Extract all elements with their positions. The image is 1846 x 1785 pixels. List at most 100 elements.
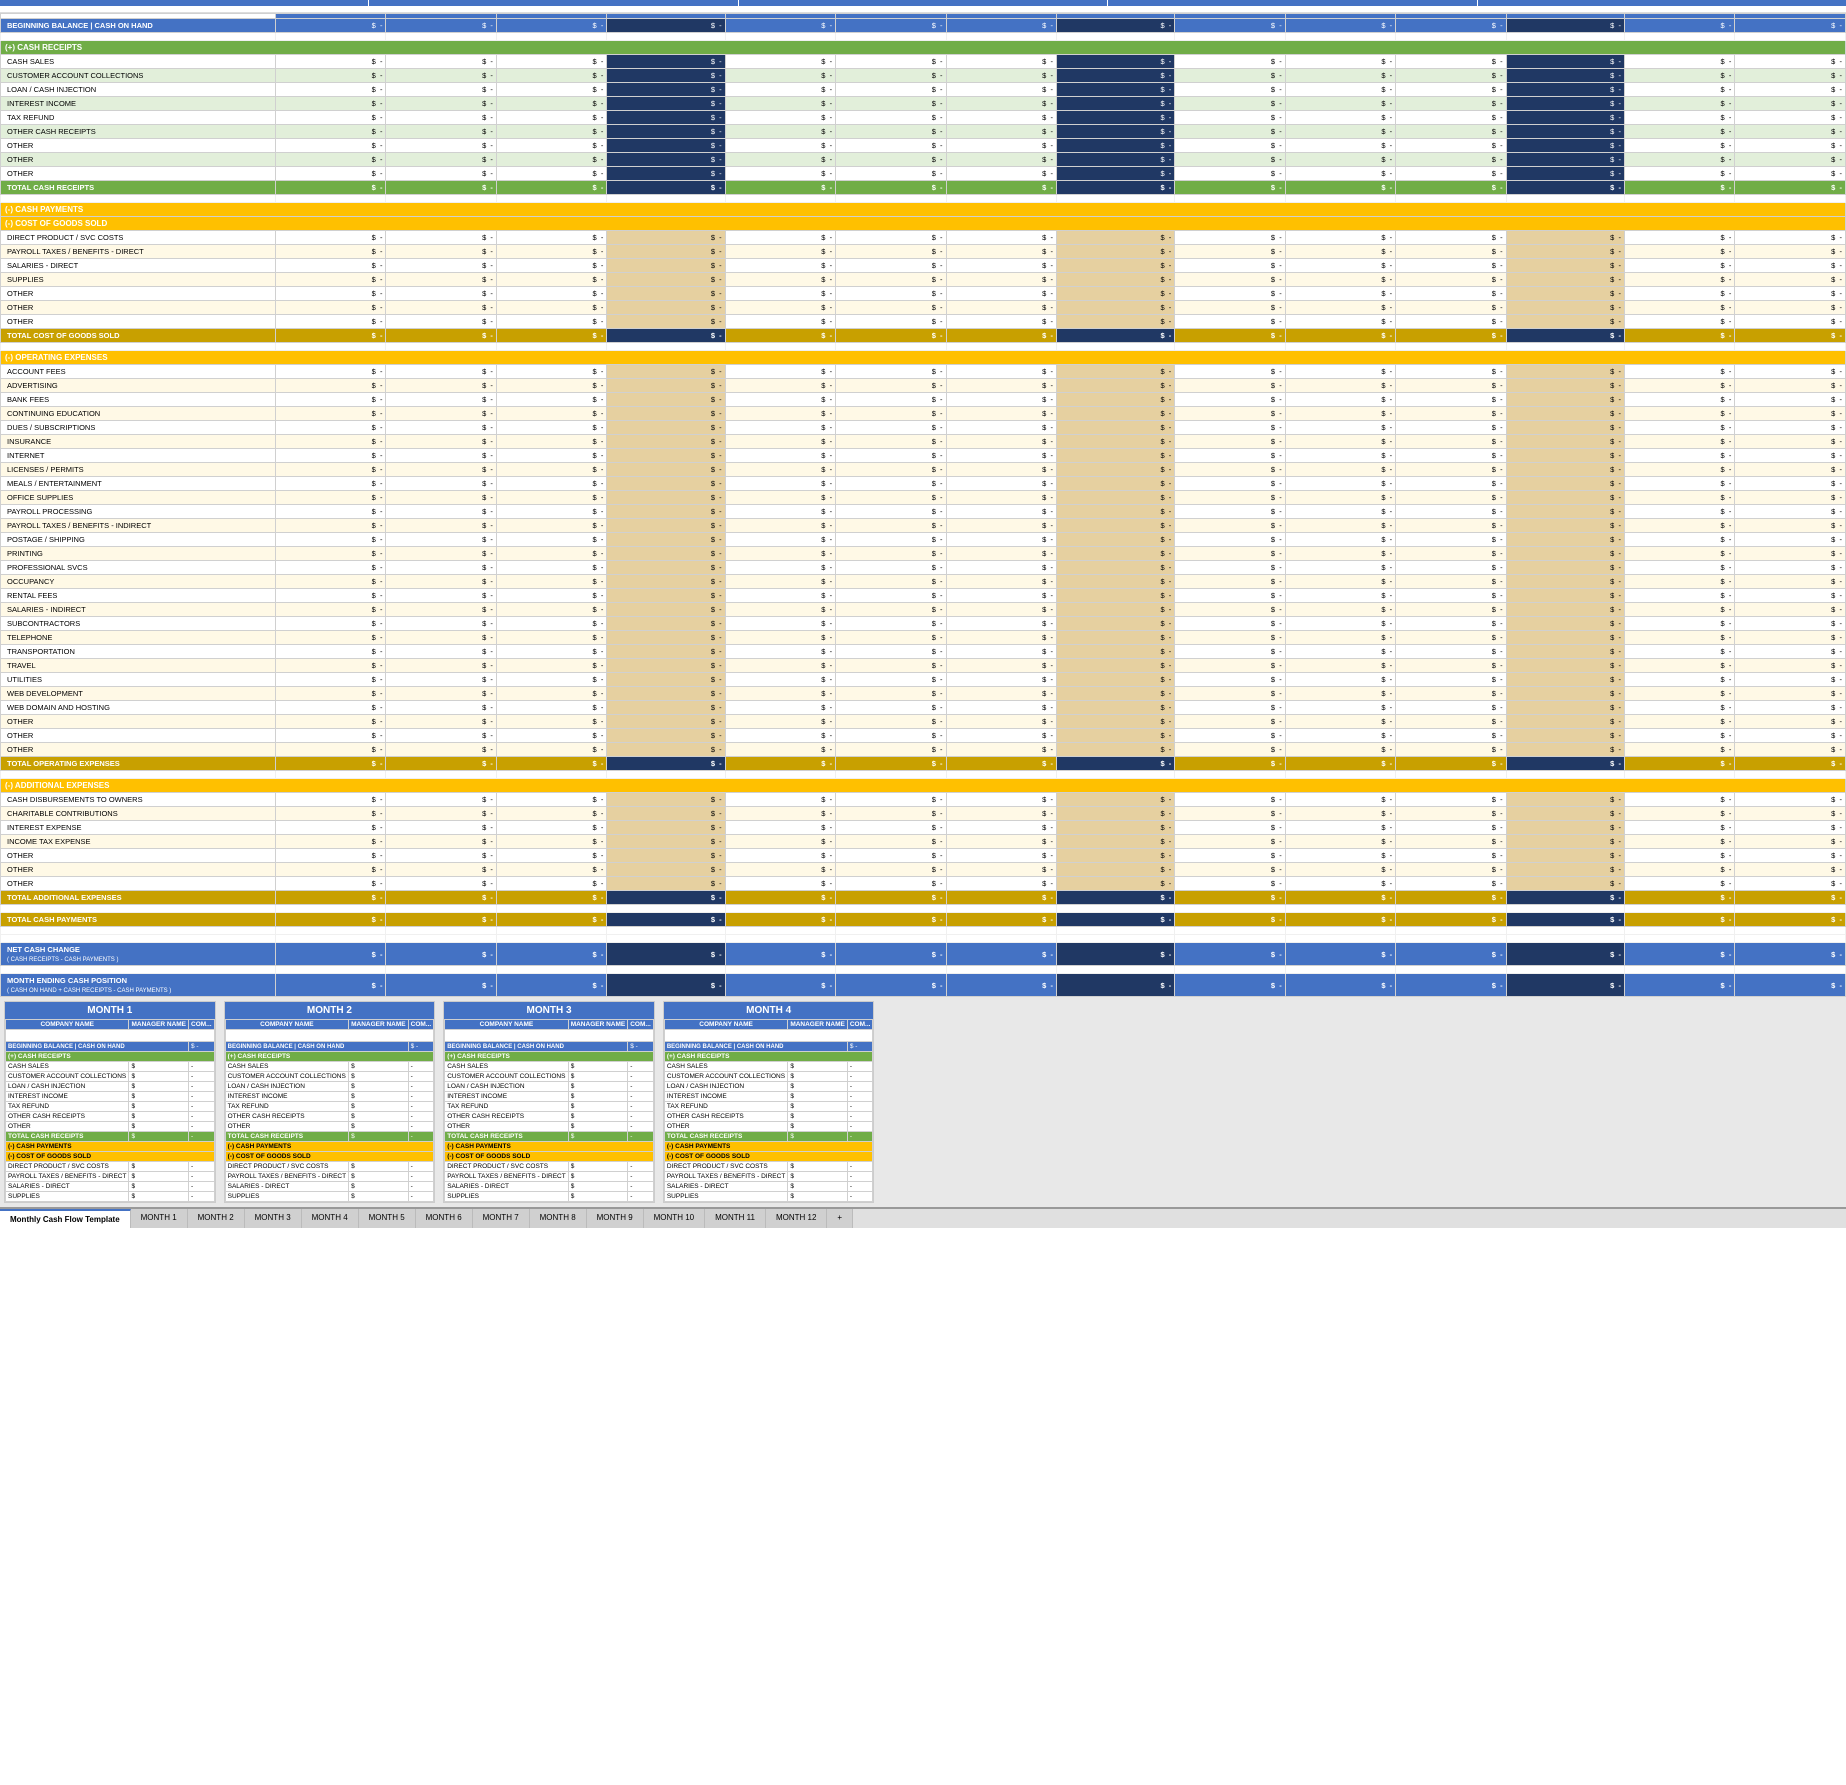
table-row: SUPPLIES$ -$ -$ -$ -$ -$ -$ -$ -$ -$ -$ … [1, 273, 1846, 287]
subsheet-saldir: SALARIES - DIRECT$- [445, 1182, 654, 1192]
subsheet-total-cr: TOTAL CASH RECEIPTS $ - [664, 1132, 873, 1142]
subsheet-total-cr: TOTAL CASH RECEIPTS $ - [445, 1132, 654, 1142]
table-row: SALARIES - DIRECT$ -$ -$ -$ -$ -$ -$ -$ … [1, 259, 1846, 273]
subsheet-ptaxdir: PAYROLL TAXES / BENEFITS - DIRECT$- [445, 1172, 654, 1182]
subsheet-supplies: SUPPLIES$- [6, 1192, 215, 1202]
table-row: LICENSES / PERMITS$ -$ -$ -$ -$ -$ -$ -$… [1, 463, 1846, 477]
table-row: WEB DOMAIN AND HOSTING$ -$ -$ -$ -$ -$ -… [1, 701, 1846, 715]
table-row: PAYROLL TAXES / BENEFITS - DIRECT$ -$ -$… [1, 245, 1846, 259]
tab-Monthly_Cash_Flow_Template[interactable]: Monthly Cash Flow Template [0, 1209, 131, 1228]
subsheet-other1: OTHER$- [664, 1122, 873, 1132]
tab-MONTH_10[interactable]: MONTH 10 [644, 1209, 705, 1228]
subsheet-title: MONTH 3 [444, 1002, 654, 1019]
subsheet-other1: OTHER$- [225, 1122, 434, 1132]
subsheet-cp-header: (-) CASH PAYMENTS [225, 1142, 434, 1152]
tab-add[interactable]: + [827, 1209, 853, 1228]
tab-MONTH_3[interactable]: MONTH 3 [245, 1209, 302, 1228]
subsheet-beginning: BEGINNING BALANCE | CASH ON HAND $ - [445, 1042, 654, 1052]
subsheet-interest: INTEREST INCOME$- [6, 1092, 215, 1102]
total-row: TOTAL COST OF GOODS SOLD$ -$ -$ -$ -$ -$… [1, 329, 1846, 343]
subsheet-cogs-header: (-) COST OF GOODS SOLD [6, 1152, 215, 1162]
blank-row [1, 935, 1846, 943]
subsheet-cr-header: (+) CASH RECEIPTS [445, 1052, 654, 1062]
subsheet-row [445, 1030, 654, 1042]
subsheet-other1: OTHER$- [445, 1122, 654, 1132]
section-header-row: (-) CASH PAYMENTS [1, 203, 1846, 217]
subsheet-row [664, 1030, 873, 1042]
table-row: CASH DISBURSEMENTS TO OWNERS$ -$ -$ -$ -… [1, 793, 1846, 807]
subsheet-taxrefund: TAX REFUND$- [664, 1102, 873, 1112]
subsheet-company: COMPANY NAME [225, 1020, 348, 1030]
subsheet-row [6, 1030, 215, 1042]
subsheet-taxrefund: TAX REFUND$- [225, 1102, 434, 1112]
blank-row [1, 771, 1846, 779]
subsheet: MONTH 3 COMPANY NAME MANAGER NAME COM...… [443, 1001, 655, 1203]
subsheet-ptaxdir: PAYROLL TAXES / BENEFITS - DIRECT$- [225, 1172, 434, 1182]
subsheet-table: COMPANY NAME MANAGER NAME COM... BEGINNI… [664, 1019, 874, 1202]
subsheet-cashsales: CASH SALES$- [445, 1062, 654, 1072]
manager-name-label [369, 0, 738, 6]
subsheet-supplies: SUPPLIES$- [664, 1192, 873, 1202]
table-row: OTHER$ -$ -$ -$ -$ -$ -$ -$ -$ -$ -$ -$ … [1, 863, 1846, 877]
subsheet-dprod: DIRECT PRODUCT / SVC COSTS$- [445, 1162, 654, 1172]
subsheet-completed: COM... [189, 1020, 215, 1030]
subsheet-title: MONTH 2 [225, 1002, 435, 1019]
table-row: CONTINUING EDUCATION$ -$ -$ -$ -$ -$ -$ … [1, 407, 1846, 421]
tab-MONTH_1[interactable]: MONTH 1 [131, 1209, 188, 1228]
net-cash-change-row: NET CASH CHANGE( CASH RECEIPTS - CASH PA… [1, 943, 1846, 966]
tab-MONTH_2[interactable]: MONTH 2 [188, 1209, 245, 1228]
tab-MONTH_11[interactable]: MONTH 11 [705, 1209, 766, 1228]
subsheet-interest: INTEREST INCOME$- [664, 1092, 873, 1102]
total-row: TOTAL CASH PAYMENTS$ -$ -$ -$ -$ -$ -$ -… [1, 913, 1846, 927]
subsheet-custcollect: CUSTOMER ACCOUNT COLLECTIONS$- [445, 1072, 654, 1082]
subsheet-cr-header: (+) CASH RECEIPTS [6, 1052, 215, 1062]
subsheet-loaninject: LOAN / CASH INJECTION$- [664, 1082, 873, 1092]
tab-MONTH_4[interactable]: MONTH 4 [302, 1209, 359, 1228]
subsheet-cashsales: CASH SALES$- [225, 1062, 434, 1072]
tab-MONTH_12[interactable]: MONTH 12 [766, 1209, 827, 1228]
table-row: PRINTING$ -$ -$ -$ -$ -$ -$ -$ -$ -$ -$ … [1, 547, 1846, 561]
table-row: ADVERTISING$ -$ -$ -$ -$ -$ -$ -$ -$ -$ … [1, 379, 1846, 393]
subsheet-loaninject: LOAN / CASH INJECTION$- [6, 1082, 215, 1092]
table-row: SUBCONTRACTORS$ -$ -$ -$ -$ -$ -$ -$ -$ … [1, 617, 1846, 631]
subsheet-completed: COM... [628, 1020, 654, 1030]
table-row: OTHER$ -$ -$ -$ -$ -$ -$ -$ -$ -$ -$ -$ … [1, 287, 1846, 301]
subsheet: MONTH 2 COMPANY NAME MANAGER NAME COM...… [224, 1001, 436, 1203]
subsheet-total-cr: TOTAL CASH RECEIPTS $ - [6, 1132, 215, 1142]
tab-MONTH_7[interactable]: MONTH 7 [473, 1209, 530, 1228]
subsheets-area: MONTH 1 COMPANY NAME MANAGER NAME COM...… [0, 997, 1846, 1207]
blank-row [1, 927, 1846, 935]
tab-MONTH_5[interactable]: MONTH 5 [359, 1209, 416, 1228]
subsheet-other1: OTHER$- [6, 1122, 215, 1132]
table-row: INTEREST INCOME$ -$ -$ -$ -$ -$ -$ -$ -$… [1, 97, 1846, 111]
blank-row [1, 33, 1846, 41]
table-row: MEALS / ENTERTAINMENT$ -$ -$ -$ -$ -$ -$… [1, 477, 1846, 491]
blank-row [1, 905, 1846, 913]
blank-row [1, 195, 1846, 203]
subsheet-info-row: COMPANY NAME MANAGER NAME COM... [445, 1020, 654, 1030]
table-row: TELEPHONE$ -$ -$ -$ -$ -$ -$ -$ -$ -$ -$… [1, 631, 1846, 645]
subsheet-cashsales: CASH SALES$- [6, 1062, 215, 1072]
table-row: LOAN / CASH INJECTION$ -$ -$ -$ -$ -$ -$… [1, 83, 1846, 97]
subsheet-saldir: SALARIES - DIRECT$- [664, 1182, 873, 1192]
subsheet-cogs-header: (-) COST OF GOODS SOLD [664, 1152, 873, 1162]
subsheet-company: COMPANY NAME [445, 1020, 568, 1030]
table-row: INTEREST EXPENSE$ -$ -$ -$ -$ -$ -$ -$ -… [1, 821, 1846, 835]
subsheet-loaninject: LOAN / CASH INJECTION$- [225, 1082, 434, 1092]
tab-MONTH_6[interactable]: MONTH 6 [416, 1209, 473, 1228]
subsheet: MONTH 4 COMPANY NAME MANAGER NAME COM...… [663, 1001, 875, 1203]
subsheet-interest: INTEREST INCOME$- [445, 1092, 654, 1102]
tab-MONTH_8[interactable]: MONTH 8 [530, 1209, 587, 1228]
table-row: RENTAL FEES$ -$ -$ -$ -$ -$ -$ -$ -$ -$ … [1, 589, 1846, 603]
section-header-row: (-) OPERATING EXPENSES [1, 351, 1846, 365]
subsheet-dprod: DIRECT PRODUCT / SVC COSTS$- [664, 1162, 873, 1172]
table-row: CUSTOMER ACCOUNT COLLECTIONS$ -$ -$ -$ -… [1, 69, 1846, 83]
info-row [0, 0, 1846, 6]
subsheet-cp-header: (-) CASH PAYMENTS [6, 1142, 215, 1152]
table-row: OTHER$ -$ -$ -$ -$ -$ -$ -$ -$ -$ -$ -$ … [1, 743, 1846, 757]
subsheet-ptaxdir: PAYROLL TAXES / BENEFITS - DIRECT$- [664, 1172, 873, 1182]
subsheet-taxrefund: TAX REFUND$- [6, 1102, 215, 1112]
subsheet-total-cr: TOTAL CASH RECEIPTS $ - [225, 1132, 434, 1142]
tab-MONTH_9[interactable]: MONTH 9 [587, 1209, 644, 1228]
table-row: OFFICE SUPPLIES$ -$ -$ -$ -$ -$ -$ -$ -$… [1, 491, 1846, 505]
